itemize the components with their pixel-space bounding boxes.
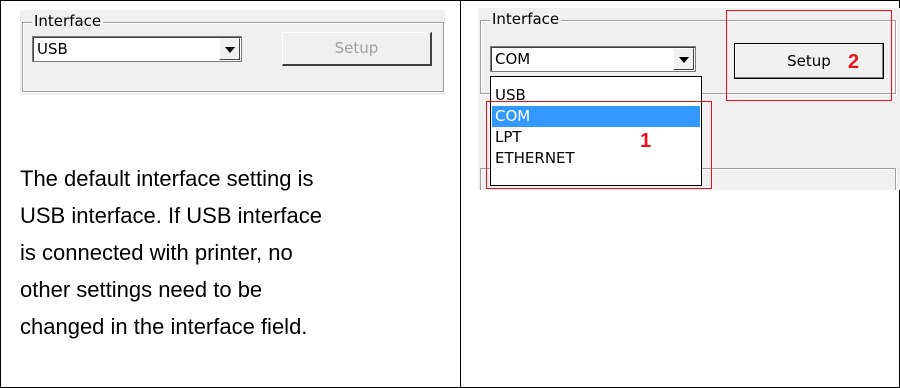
interface-combo[interactable]: COM (490, 46, 696, 72)
table-border-top (0, 0, 900, 1)
description-line: The default interface setting is (20, 166, 314, 191)
combo-value: COM (495, 50, 531, 68)
chevron-down-icon (679, 57, 689, 63)
chevron-down-icon (225, 47, 235, 53)
description-text: The default interface setting is USB int… (20, 160, 440, 345)
table-border-left (0, 0, 1, 388)
combo-value: USB (37, 40, 68, 58)
setup-button[interactable]: Setup (282, 32, 432, 66)
combo-dropdown-button[interactable] (673, 48, 694, 70)
description-line: other settings need to be (20, 277, 263, 302)
table-divider (460, 0, 461, 388)
dropdown-callout-box (486, 101, 712, 189)
description-line: is connected with printer, no (20, 240, 293, 265)
combo-dropdown-button[interactable] (219, 38, 240, 60)
interface-legend: Interface (490, 10, 562, 28)
description-line: changed in the interface field. (20, 314, 308, 339)
interface-combo[interactable]: USB (32, 36, 242, 62)
left-interface-screenshot: Interface USB Setup (20, 10, 445, 95)
interface-legend: Interface (32, 12, 104, 30)
dropdown-callout-number: 1 (640, 130, 652, 152)
setup-callout-box (726, 10, 892, 101)
description-line: USB interface. If USB interface (20, 203, 323, 228)
setup-callout-number: 2 (848, 51, 860, 73)
